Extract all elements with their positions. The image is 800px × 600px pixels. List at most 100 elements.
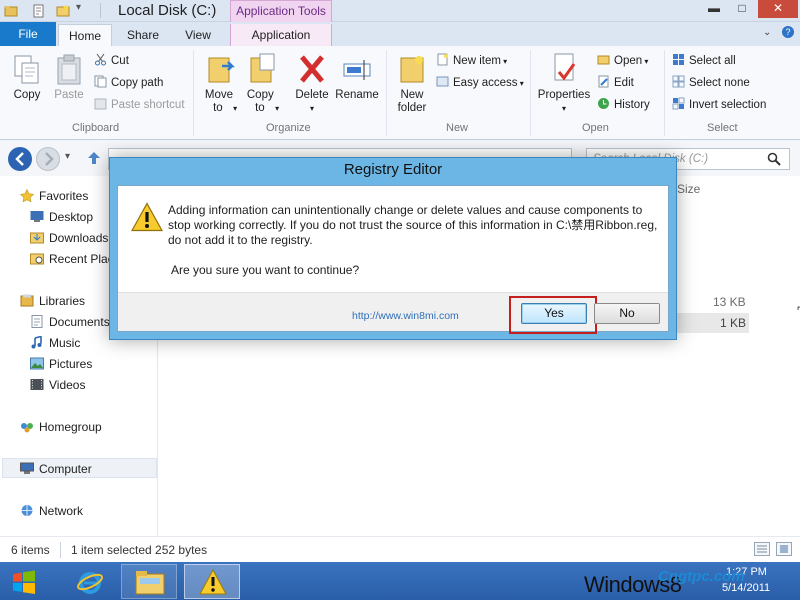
chevron-down-icon: ▾ [642, 57, 649, 66]
tab-share[interactable]: Share [118, 24, 168, 46]
select-all-button[interactable]: Select all [672, 52, 736, 70]
invert-selection-button[interactable]: Invert selection [672, 96, 766, 114]
select-all-icon [673, 54, 684, 65]
move-to-label: Move to [204, 89, 233, 114]
new-group-label: New [446, 122, 469, 134]
chevron-down-icon[interactable]: ▾ [65, 151, 70, 162]
history-button[interactable]: History [597, 96, 650, 114]
internet-explorer-icon [77, 572, 103, 594]
divider [193, 50, 194, 136]
help-icon[interactable]: ? [782, 26, 794, 38]
edit-label: Edit [614, 77, 634, 89]
downloads-icon [30, 232, 44, 244]
divider [386, 50, 387, 136]
nav-videos[interactable]: Videos [30, 375, 85, 395]
copy-button[interactable]: Copy [8, 54, 46, 102]
up-arrow-icon[interactable] [86, 150, 102, 166]
details-view-icon[interactable] [754, 542, 770, 556]
pictures-icon [30, 357, 44, 370]
size-column-header[interactable]: Size [677, 182, 700, 196]
new-folder-icon[interactable] [56, 4, 70, 18]
forward-arrow-icon [45, 152, 54, 166]
chevron-down-icon: ▾ [500, 57, 508, 66]
windows-logo-icon[interactable] [10, 568, 38, 596]
explorer-folder-icon[interactable] [4, 4, 18, 18]
history-icon [598, 98, 609, 109]
select-none-button[interactable]: Select none [672, 74, 750, 92]
nav-pictures[interactable]: Pictures [30, 354, 92, 374]
divider [664, 50, 665, 136]
videos-icon [30, 379, 44, 390]
libraries-icon [20, 294, 34, 307]
chevron-down-icon: ▾ [230, 104, 238, 113]
taskbar-ie-button[interactable] [62, 564, 118, 599]
ribbon: Copy Paste Cut Copy path Paste shortcut … [0, 46, 800, 140]
nav-favorites[interactable]: Favorites [20, 186, 88, 206]
yes-button[interactable]: Yes [521, 303, 587, 324]
delete-x-icon [300, 55, 324, 83]
copy-path-button[interactable]: Copy path [94, 74, 163, 92]
taskbar-explorer-button[interactable] [121, 564, 177, 599]
nav-network[interactable]: Network [20, 501, 83, 521]
paste-button[interactable]: Paste [50, 54, 88, 102]
no-button[interactable]: No [594, 303, 660, 324]
paste-shortcut-label: Paste shortcut [111, 99, 185, 111]
rename-icon [343, 60, 371, 80]
tab-home[interactable]: Home [58, 24, 112, 46]
close-button[interactable]: ✕ [758, 0, 798, 18]
cut-button[interactable]: Cut [94, 52, 129, 70]
back-arrow-icon [15, 152, 24, 166]
nav-desktop[interactable]: Desktop [30, 207, 93, 227]
taskbar-registry-warning-button[interactable] [184, 564, 240, 599]
item-count: 6 items [11, 543, 50, 557]
nav-desktop-label: Desktop [49, 210, 94, 224]
maximize-button[interactable]: □ [728, 0, 756, 18]
paste-shortcut-button[interactable]: Paste shortcut [94, 96, 185, 114]
chevron-down-icon: ▾ [272, 104, 280, 113]
status-bar: 6 items 1 item selected 252 bytes [0, 536, 800, 562]
dialog-question: Are you sure you want to continue? [171, 263, 360, 277]
nav-computer-label: Computer [39, 462, 92, 476]
star-icon [20, 189, 34, 202]
properties-icon[interactable] [32, 4, 46, 18]
tab-file[interactable]: File [0, 22, 56, 46]
copy-to-button[interactable]: Copy to ▾ [244, 52, 282, 115]
properties-label: Properties [537, 89, 591, 101]
back-button[interactable] [8, 147, 32, 171]
history-label: History [614, 99, 650, 111]
nav-libraries[interactable]: Libraries [20, 291, 85, 311]
nav-homegroup[interactable]: Homegroup [20, 417, 102, 437]
new-folder-icon [400, 56, 424, 83]
open-button[interactable]: Open ▾ [597, 52, 648, 70]
easy-access-button[interactable]: Easy access ▾ [436, 74, 524, 92]
copy-label: Copy [13, 89, 41, 101]
new-item-button[interactable]: New item ▾ [436, 52, 507, 70]
file-explorer-icon [135, 571, 165, 595]
nav-computer[interactable]: Computer [20, 459, 92, 479]
edit-button[interactable]: Edit [597, 74, 634, 92]
nav-homegroup-label: Homegroup [39, 420, 102, 434]
minimize-button[interactable]: ▬ [700, 0, 728, 18]
chevron-down-icon[interactable]: ▾ [76, 2, 81, 13]
search-icon[interactable] [767, 152, 781, 166]
forward-button[interactable] [36, 147, 60, 171]
move-to-button[interactable]: Move to ▾ [202, 52, 240, 115]
nav-music[interactable]: Music [30, 333, 80, 353]
network-icon [21, 505, 33, 516]
ribbon-tabs: File Home Share View Application ⌄ ? [0, 22, 800, 46]
large-icons-view-icon[interactable] [776, 542, 792, 556]
nav-pictures-label: Pictures [49, 357, 93, 371]
properties-button[interactable]: Properties ▾ [534, 52, 594, 115]
delete-button[interactable]: Delete ▾ [292, 52, 332, 115]
tab-application[interactable]: Application [230, 24, 332, 46]
chevron-down-icon[interactable]: ⌄ [763, 27, 771, 38]
new-folder-button[interactable]: New folder [392, 52, 432, 115]
divider [530, 50, 531, 136]
homegroup-icon [21, 423, 33, 433]
nav-downloads[interactable]: Downloads [30, 228, 108, 248]
scissors-icon [95, 53, 106, 66]
rename-button[interactable]: Rename [334, 52, 380, 102]
tab-view[interactable]: View [172, 24, 224, 46]
copy-icon [14, 55, 39, 84]
watermark-url: http://www.win8mi.com [352, 310, 459, 322]
